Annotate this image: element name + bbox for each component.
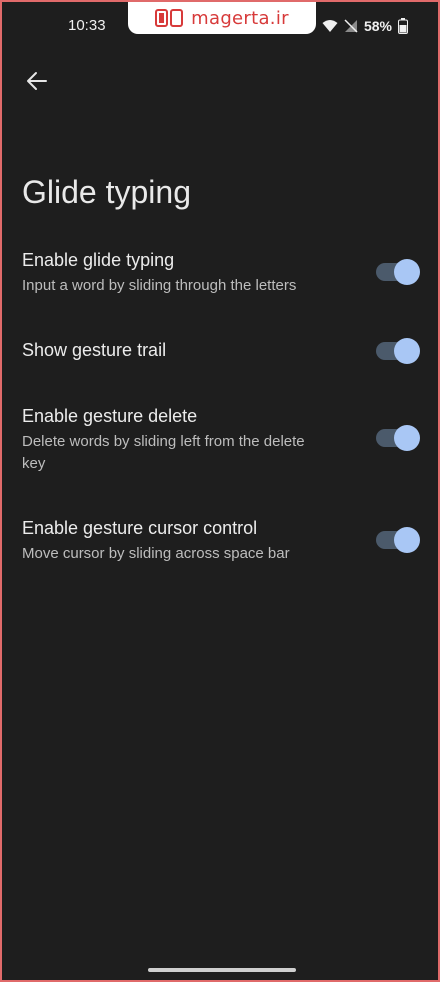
no-signal-icon — [344, 19, 358, 33]
setting-title: Show gesture trail — [22, 340, 167, 360]
status-icons: 58% — [322, 16, 408, 36]
screen: 10:33 magerta.ir 58% Glide typing Enable… — [0, 0, 440, 982]
page-title: Glide typing — [22, 174, 191, 210]
watermark-text: magerta.ir — [191, 7, 289, 29]
back-button[interactable] — [22, 66, 52, 96]
toggle-thumb — [394, 338, 420, 364]
setting-subtitle: Input a word by sliding through the lett… — [22, 277, 297, 294]
status-time: 10:33 — [68, 17, 106, 34]
battery-icon — [398, 18, 408, 34]
magerta-logo-icon — [155, 9, 184, 27]
setting-title: Enable gesture cursor control — [22, 518, 258, 538]
toggle-switch[interactable] — [376, 338, 420, 364]
status-bar: 10:33 magerta.ir 58% — [2, 2, 438, 52]
setting-enable-gesture-cursor-control[interactable]: Enable gesture cursor control Move curso… — [2, 514, 438, 574]
toggle-switch[interactable] — [376, 259, 420, 285]
setting-subtitle: Move cursor by sliding across space bar — [22, 545, 290, 562]
battery-percent: 58% — [363, 18, 392, 34]
arrow-left-icon — [27, 72, 47, 90]
toggle-switch[interactable] — [376, 425, 420, 451]
setting-enable-gesture-delete[interactable]: Enable gesture delete Delete words by sl… — [2, 402, 438, 478]
home-indicator[interactable] — [148, 968, 296, 972]
setting-title: Enable gesture delete — [22, 406, 198, 426]
toggle-thumb — [394, 425, 420, 451]
toggle-thumb — [394, 259, 420, 285]
toggle-switch[interactable] — [376, 527, 420, 553]
toggle-thumb — [394, 527, 420, 553]
wifi-icon — [322, 20, 338, 32]
setting-title: Enable glide typing — [22, 250, 175, 270]
setting-subtitle: Delete words by sliding left from the de… — [22, 433, 305, 472]
setting-enable-glide-typing[interactable]: Enable glide typing Input a word by slid… — [2, 246, 438, 306]
setting-show-gesture-trail[interactable]: Show gesture trail — [2, 336, 438, 372]
watermark-banner: magerta.ir — [128, 2, 316, 34]
